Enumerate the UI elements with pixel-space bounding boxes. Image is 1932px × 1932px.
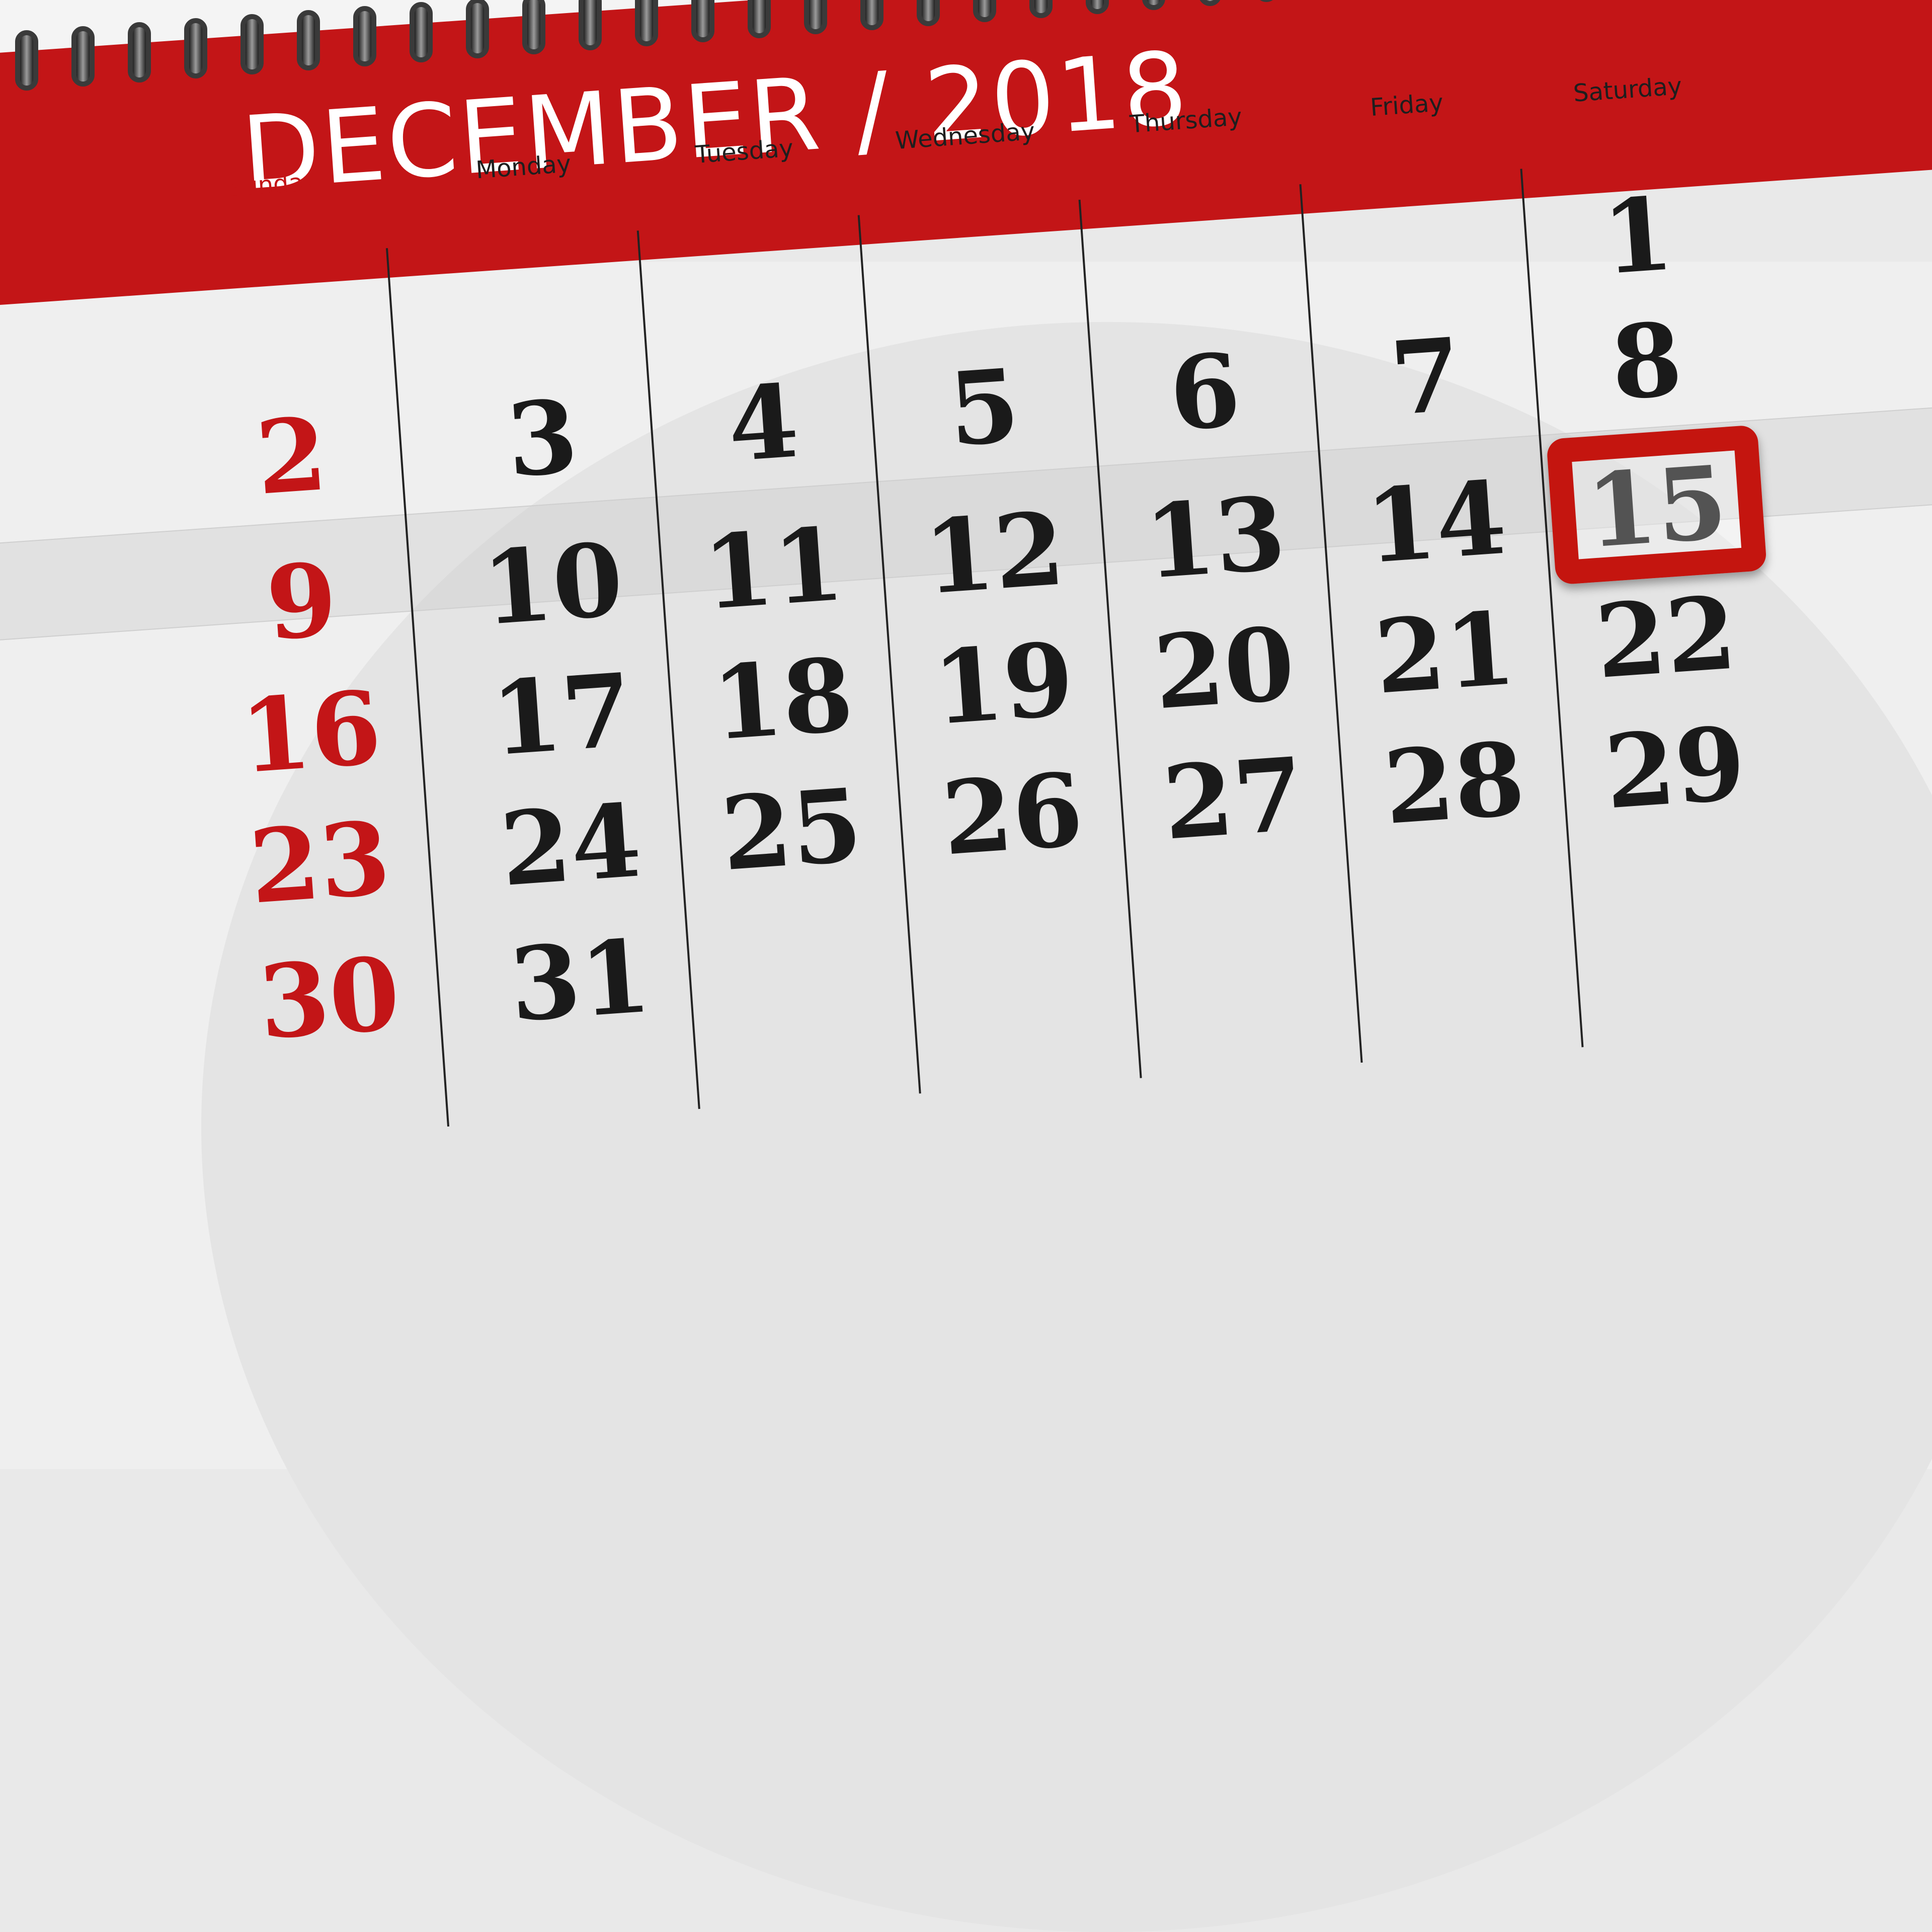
binding-ring-icon: [15, 30, 38, 91]
date-cell[interactable]: 11: [660, 505, 888, 633]
date-cell[interactable]: 14: [1322, 459, 1550, 587]
date-cell[interactable]: 23: [206, 799, 434, 927]
date-cell[interactable]: 4: [650, 362, 877, 485]
date-cell[interactable]: 24: [457, 781, 685, 909]
binding-ring-icon: [804, 0, 827, 34]
date-cell[interactable]: 16: [197, 669, 425, 796]
calendar-grid: Sunday 2 9 16 23 30 Monday 3 10 17 24 31 Tuesday 4 11 1…: [0, 60, 1932, 1230]
date-cell[interactable]: 19: [890, 620, 1117, 748]
date-cell[interactable]: 21: [1331, 589, 1559, 717]
date-cell[interactable]: 22: [1552, 574, 1780, 701]
date-cell[interactable]: 7: [1312, 315, 1540, 438]
binding-ring-icon: [973, 0, 996, 22]
binding-ring-icon: [522, 0, 545, 54]
binding-ring-icon: [297, 10, 320, 70]
date-cell[interactable]: 17: [448, 651, 676, 779]
date-cell[interactable]: 29: [1561, 704, 1789, 832]
binding-ring-icon: [1142, 0, 1165, 10]
binding-ring-icon: [1255, 0, 1278, 2]
date-cell[interactable]: 8: [1533, 300, 1760, 423]
binding-ring-icon: [184, 18, 207, 78]
date-cell[interactable]: 26: [899, 751, 1126, 878]
date-cell[interactable]: 20: [1110, 605, 1338, 733]
date-cell[interactable]: 28: [1340, 719, 1568, 847]
date-cell[interactable]: 31: [466, 917, 694, 1045]
binding-ring-icon: [635, 0, 658, 46]
binding-ring-icon: [748, 0, 771, 38]
date-cell[interactable]: 27: [1119, 735, 1347, 863]
binding-ring-icon: [1029, 0, 1053, 18]
date-cell[interactable]: 30: [215, 934, 443, 1062]
date-cell[interactable]: 25: [678, 766, 906, 894]
binding-ring-icon: [860, 0, 883, 30]
date-cell[interactable]: 10: [439, 520, 667, 648]
date-cell[interactable]: 6: [1091, 331, 1319, 454]
binding-ring-icon: [1198, 0, 1222, 6]
date-cell[interactable]: 18: [669, 635, 897, 763]
date-cell[interactable]: 3: [429, 377, 657, 500]
date-cell[interactable]: 1: [1524, 175, 1752, 297]
binding-ring-icon: [353, 6, 376, 66]
binding-ring-icon: [128, 22, 151, 83]
date-highlight-marker: [1546, 425, 1767, 585]
binding-ring-icon: [579, 0, 602, 50]
binding-ring-icon: [410, 2, 433, 62]
date-cell[interactable]: 2: [178, 395, 406, 518]
binding-ring-icon: [1086, 0, 1109, 14]
date-cell[interactable]: 5: [870, 347, 1098, 469]
date-cell[interactable]: 9: [188, 540, 416, 663]
binding-ring-icon: [466, 0, 489, 58]
date-cell[interactable]: 12: [880, 490, 1108, 617]
binding-ring-icon: [691, 0, 714, 42]
binding-ring-icon: [240, 14, 264, 74]
binding-ring-icon: [71, 26, 95, 87]
date-cell[interactable]: 13: [1101, 474, 1329, 602]
binding-ring-icon: [917, 0, 940, 26]
